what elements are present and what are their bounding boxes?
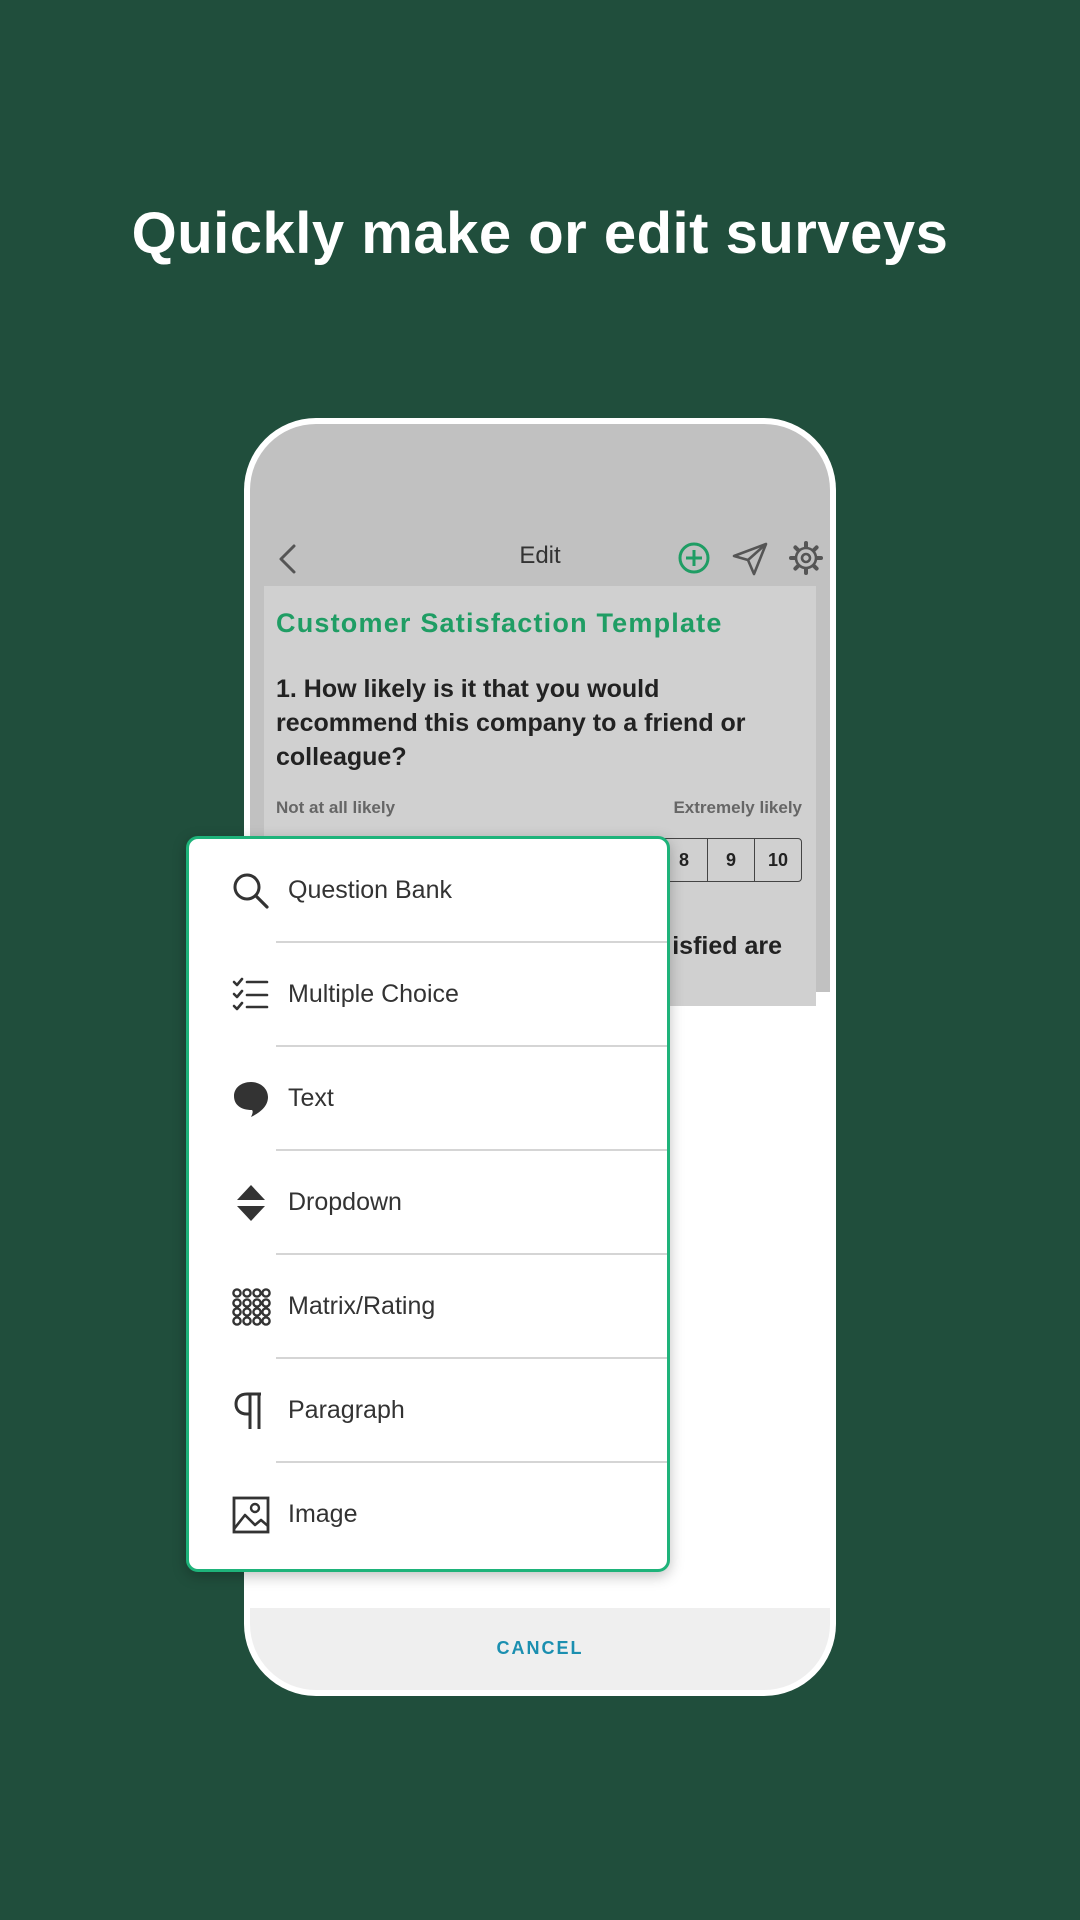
cancel-bar: CANCEL [250, 1608, 830, 1690]
menu-item-multiple-choice[interactable]: Multiple Choice [189, 943, 667, 1047]
menu-item-matrix-rating[interactable]: Matrix/Rating [189, 1255, 667, 1359]
question-1-text[interactable]: 1. How likely is it that you would recom… [276, 672, 746, 774]
question-2-text[interactable]: isfied are [672, 932, 782, 961]
menu-item-label: Image [288, 1500, 358, 1528]
image-icon [232, 1496, 270, 1534]
menu-item-label: Question Bank [288, 876, 452, 904]
speech-bubble-icon [234, 1082, 268, 1117]
add-question-menu: Question Bank Multiple Choice Text Dropd… [186, 836, 670, 1572]
menu-item-label: Dropdown [288, 1188, 402, 1216]
rating-scale: 8 9 10 [660, 838, 802, 882]
send-paper-plane-icon[interactable] [728, 536, 772, 580]
scale-low-label: Not at all likely [276, 798, 396, 817]
checklist-icon [232, 977, 269, 1011]
add-circle-icon[interactable] [672, 536, 716, 580]
headline: Quickly make or edit surveys [131, 201, 949, 266]
cancel-button[interactable]: CANCEL [497, 1638, 584, 1659]
scale-option[interactable]: 9 [707, 839, 754, 881]
menu-item-question-bank[interactable]: Question Bank [189, 839, 667, 943]
dot-grid-icon [232, 1288, 271, 1326]
menu-item-image[interactable]: Image [189, 1463, 667, 1567]
pilcrow-icon [234, 1392, 261, 1429]
scale-option[interactable]: 10 [754, 839, 801, 881]
menu-item-label: Multiple Choice [288, 980, 459, 1008]
menu-item-paragraph[interactable]: Paragraph [189, 1359, 667, 1463]
top-nav: Edit [250, 524, 830, 594]
search-icon [233, 873, 269, 909]
menu-item-label: Text [288, 1084, 334, 1112]
menu-item-dropdown[interactable]: Dropdown [189, 1151, 667, 1255]
template-title: Customer Satisfaction Template [276, 608, 723, 638]
menu-item-label: Paragraph [288, 1396, 405, 1424]
scale-high-label: Extremely likely [673, 798, 802, 817]
dropdown-arrows-icon [237, 1185, 265, 1221]
menu-item-text[interactable]: Text [189, 1047, 667, 1151]
menu-item-label: Matrix/Rating [288, 1292, 436, 1320]
gear-icon[interactable] [784, 536, 828, 580]
